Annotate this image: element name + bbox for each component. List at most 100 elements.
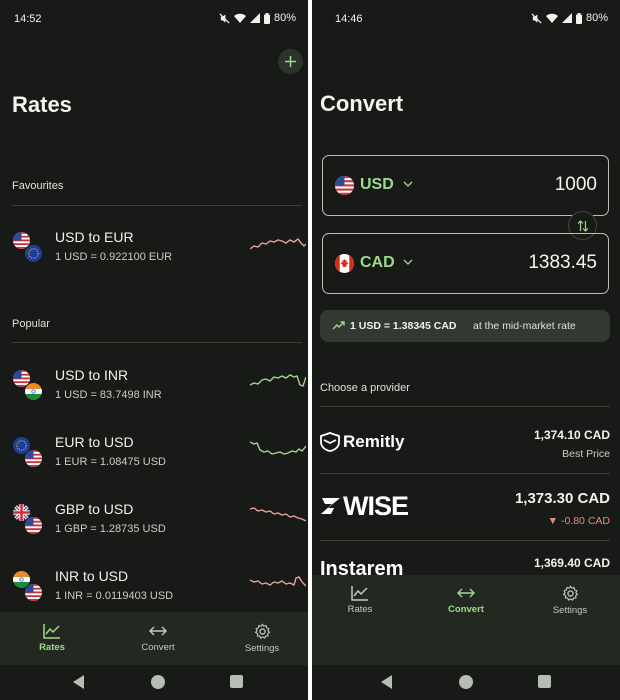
pair-name: USD to EUR — [55, 229, 134, 245]
wifi-icon — [233, 13, 246, 23]
us-flag-icon — [24, 516, 43, 535]
rate-row-usd-inr[interactable]: USD to INR 1 USD = 83.7498 INR — [0, 365, 308, 425]
from-currency-field[interactable]: USD 1000 — [322, 155, 609, 216]
recents-icon[interactable] — [230, 675, 243, 688]
nav-rates[interactable]: Rates — [12, 623, 92, 653]
nav-label: Settings — [244, 643, 280, 654]
mid-market-rate-banner: 1 USD = 1.38345 CAD at the mid-market ra… — [320, 310, 610, 342]
pair-rate: 1 GBP = 1.28735 USD — [55, 523, 166, 535]
wifi-icon — [545, 13, 558, 23]
gear-icon — [562, 585, 578, 601]
mute-icon — [219, 12, 230, 24]
rate-row-eur-usd[interactable]: EUR to USD 1 EUR = 1.08475 USD — [0, 432, 308, 492]
nav-label: Convert — [448, 604, 484, 615]
add-pair-button[interactable] — [278, 49, 303, 74]
wise-logo-icon — [321, 498, 340, 514]
rate-row-usd-eur[interactable]: USD to EUR 1 USD = 0.922100 EUR — [0, 227, 308, 287]
sparkline-down — [250, 507, 306, 522]
battery-level: 80% — [273, 12, 296, 24]
back-icon[interactable] — [72, 674, 86, 690]
us-flag-icon — [24, 449, 43, 468]
pair-name: INR to USD — [55, 568, 129, 584]
provider-name: WISE — [343, 491, 409, 521]
chart-icon — [351, 586, 368, 601]
pair-name: GBP to USD — [55, 501, 134, 517]
nav-settings[interactable]: Settings — [222, 623, 302, 654]
chart-icon — [43, 624, 60, 639]
battery-icon — [263, 12, 270, 24]
nav-convert[interactable]: Convert — [426, 585, 506, 615]
to-currency-field[interactable]: CAD 1383.45 — [322, 233, 609, 294]
home-icon[interactable] — [150, 674, 166, 690]
remitly-logo-icon — [320, 432, 340, 452]
swap-icon — [577, 219, 588, 232]
pair-name: EUR to USD — [55, 434, 134, 450]
providers-heading: Choose a provider — [320, 382, 410, 394]
battery-level: 80% — [585, 12, 608, 24]
popular-heading: Popular — [12, 318, 50, 330]
convert-screen: 14:46 80% Convert USD 1000 CAD 1383.45 1… — [312, 0, 620, 700]
nav-label: Settings — [552, 605, 588, 616]
signal-icon — [249, 13, 260, 23]
status-icons: 80% — [219, 12, 296, 24]
nav-convert[interactable]: Convert — [118, 623, 198, 653]
bottom-nav: Rates Convert Settings — [312, 575, 620, 665]
mid-rate-suffix: at the mid-market rate — [473, 320, 576, 332]
pair-rate: 1 INR = 0.0119403 USD — [55, 590, 174, 602]
nav-settings[interactable]: Settings — [530, 585, 610, 616]
chevron-down-icon[interactable] — [403, 181, 413, 187]
pair-rate: 1 USD = 0.922100 EUR — [55, 251, 173, 263]
pair-rate: 1 EUR = 1.08475 USD — [55, 456, 166, 468]
provider-row-remitly[interactable]: Remitly 1,374.10 CAD Best Price — [312, 407, 620, 473]
mute-icon — [531, 12, 542, 24]
rate-row-gbp-usd[interactable]: GBP to USD 1 GBP = 1.28735 USD — [0, 499, 308, 559]
page-title: Convert — [320, 91, 404, 116]
sparkline-down — [250, 238, 306, 250]
nav-rates[interactable]: Rates — [320, 585, 400, 615]
provider-price: 1,369.40 CAD — [533, 556, 610, 570]
convert-icon — [149, 626, 167, 636]
provider-row-wise[interactable]: WISE 1,373.30 CAD ▼ -0.80 CAD — [312, 474, 620, 540]
nav-label: Convert — [141, 642, 175, 653]
from-currency-select[interactable]: USD — [360, 176, 394, 194]
nav-label: Rates — [39, 642, 65, 653]
page-title: Rates — [12, 92, 72, 117]
gear-icon — [254, 623, 270, 639]
sparkline-down — [250, 576, 306, 587]
provider-price: 1,373.30 CAD — [514, 490, 610, 507]
plus-icon — [285, 56, 296, 67]
to-amount-value[interactable]: 1383.45 — [528, 252, 597, 274]
pair-rate: 1 USD = 83.7498 INR — [55, 389, 162, 401]
chevron-down-icon[interactable] — [403, 259, 413, 265]
us-flag-icon — [335, 176, 354, 195]
from-amount-input[interactable]: 1000 — [555, 174, 597, 196]
divider — [12, 342, 302, 343]
canada-flag-icon — [335, 254, 354, 273]
provider-diff: ▼ -0.80 CAD — [547, 515, 610, 527]
signal-icon — [561, 13, 572, 23]
bottom-nav: Rates Convert Settings — [0, 612, 308, 665]
favourites-heading: Favourites — [12, 180, 64, 192]
provider-name: Remitly — [343, 432, 405, 451]
system-nav-bar — [0, 665, 308, 700]
status-icons: 80% — [531, 12, 608, 24]
divider — [12, 205, 302, 206]
home-icon[interactable] — [458, 674, 474, 690]
status-bar: 14:46 80% — [312, 0, 620, 38]
status-bar: 14:52 80% — [0, 0, 308, 38]
provider-note: Best Price — [562, 448, 610, 460]
back-icon[interactable] — [380, 674, 394, 690]
to-currency-select[interactable]: CAD — [360, 254, 395, 272]
sparkline-up — [250, 374, 306, 387]
provider-price: 1,374.10 CAD — [533, 428, 610, 442]
rates-screen: 14:52 80% Rates Favourites USD to EUR 1 … — [0, 0, 308, 700]
india-flag-icon — [24, 382, 43, 401]
system-nav-bar — [312, 665, 620, 700]
eu-flag-icon — [24, 244, 43, 263]
trend-up-icon — [332, 321, 345, 330]
battery-icon — [575, 12, 582, 24]
convert-icon — [457, 588, 475, 598]
recents-icon[interactable] — [538, 675, 551, 688]
us-flag-icon — [24, 583, 43, 602]
sparkline-up — [250, 441, 306, 455]
